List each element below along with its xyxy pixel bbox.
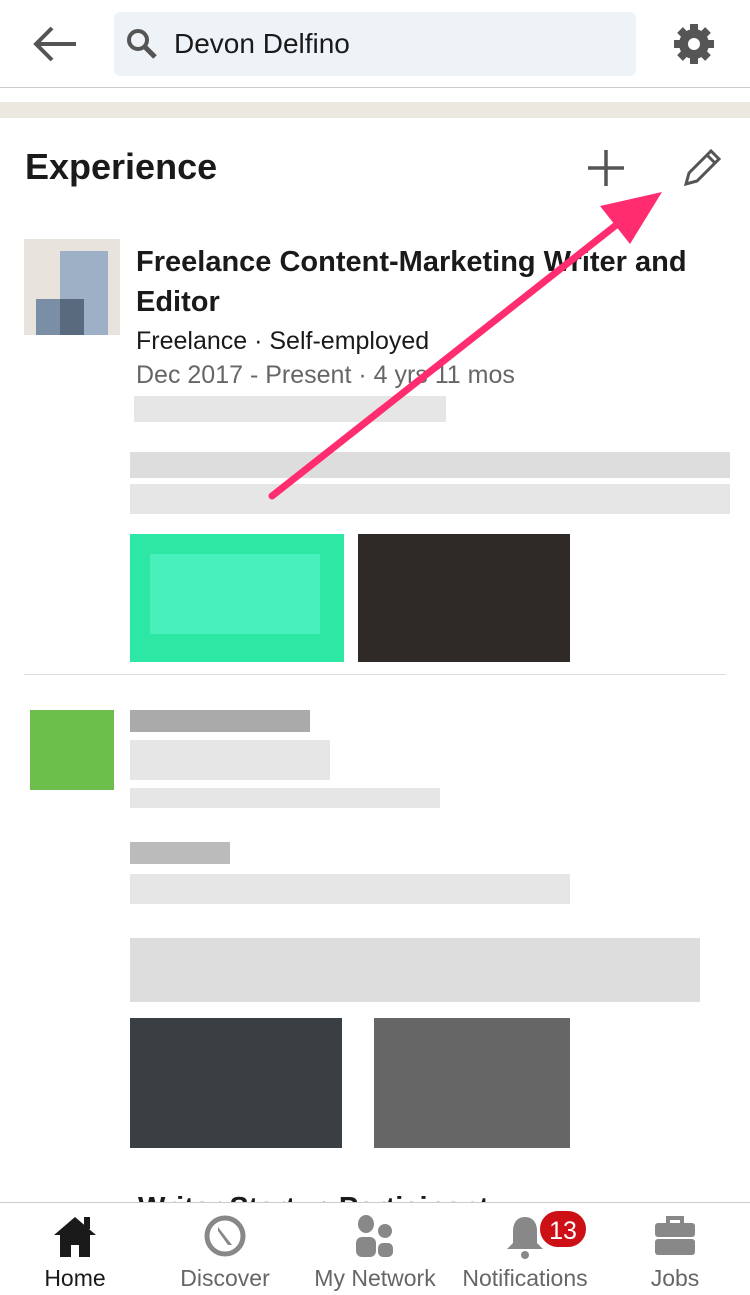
briefcase-icon	[655, 1216, 695, 1255]
notification-badge: 13	[538, 1209, 588, 1249]
nav-my-network[interactable]: My Network	[300, 1203, 450, 1295]
blurred-text	[130, 710, 310, 732]
blurred-text	[130, 740, 330, 780]
blurred-media	[130, 1018, 342, 1148]
job-company: Freelance · Self-employed	[136, 327, 430, 355]
search-icon	[127, 29, 157, 59]
search-input[interactable]	[174, 12, 614, 76]
company-logo[interactable]	[24, 239, 120, 335]
home-icon	[54, 1217, 96, 1257]
back-arrow-icon[interactable]	[30, 22, 80, 66]
nav-label: Notifications	[462, 1265, 588, 1291]
blurred-text	[130, 788, 440, 808]
blurred-media	[130, 534, 344, 662]
nav-label: Jobs	[650, 1265, 700, 1291]
pencil-icon[interactable]	[680, 146, 724, 190]
blurred-logo	[30, 710, 114, 790]
blurred-text	[134, 396, 446, 422]
compass-icon	[204, 1215, 246, 1257]
blurred-text	[130, 938, 700, 1002]
bottom-nav: Home Discover My Network Notifications 1…	[0, 1202, 750, 1294]
blurred-media	[374, 1018, 570, 1148]
job-title: Freelance Content-Marketing Writer and E…	[136, 246, 687, 318]
blurred-text	[130, 874, 570, 904]
section-title: Experience	[25, 146, 218, 187]
job-dates: Dec 2017 - Present · 4 yrs 11 mos	[136, 361, 515, 389]
divider	[24, 674, 726, 675]
plus-icon[interactable]	[586, 148, 626, 188]
experience-item[interactable]: Freelance Content-Marketing Writer and E…	[136, 242, 726, 392]
blurred-text	[130, 452, 730, 478]
nav-home[interactable]: Home	[0, 1203, 150, 1295]
section-divider	[0, 102, 750, 118]
blurred-media	[358, 534, 570, 662]
people-icon	[356, 1215, 393, 1257]
gear-icon[interactable]	[672, 22, 716, 66]
nav-discover[interactable]: Discover	[150, 1203, 300, 1295]
search-bar[interactable]	[114, 12, 636, 76]
nav-label: Home	[44, 1265, 106, 1291]
nav-label: Discover	[180, 1265, 270, 1291]
blurred-text	[130, 484, 730, 514]
blurred-text	[130, 842, 230, 864]
nav-label: My Network	[314, 1265, 436, 1291]
top-bar	[0, 0, 750, 88]
nav-jobs[interactable]: Jobs	[600, 1203, 750, 1295]
